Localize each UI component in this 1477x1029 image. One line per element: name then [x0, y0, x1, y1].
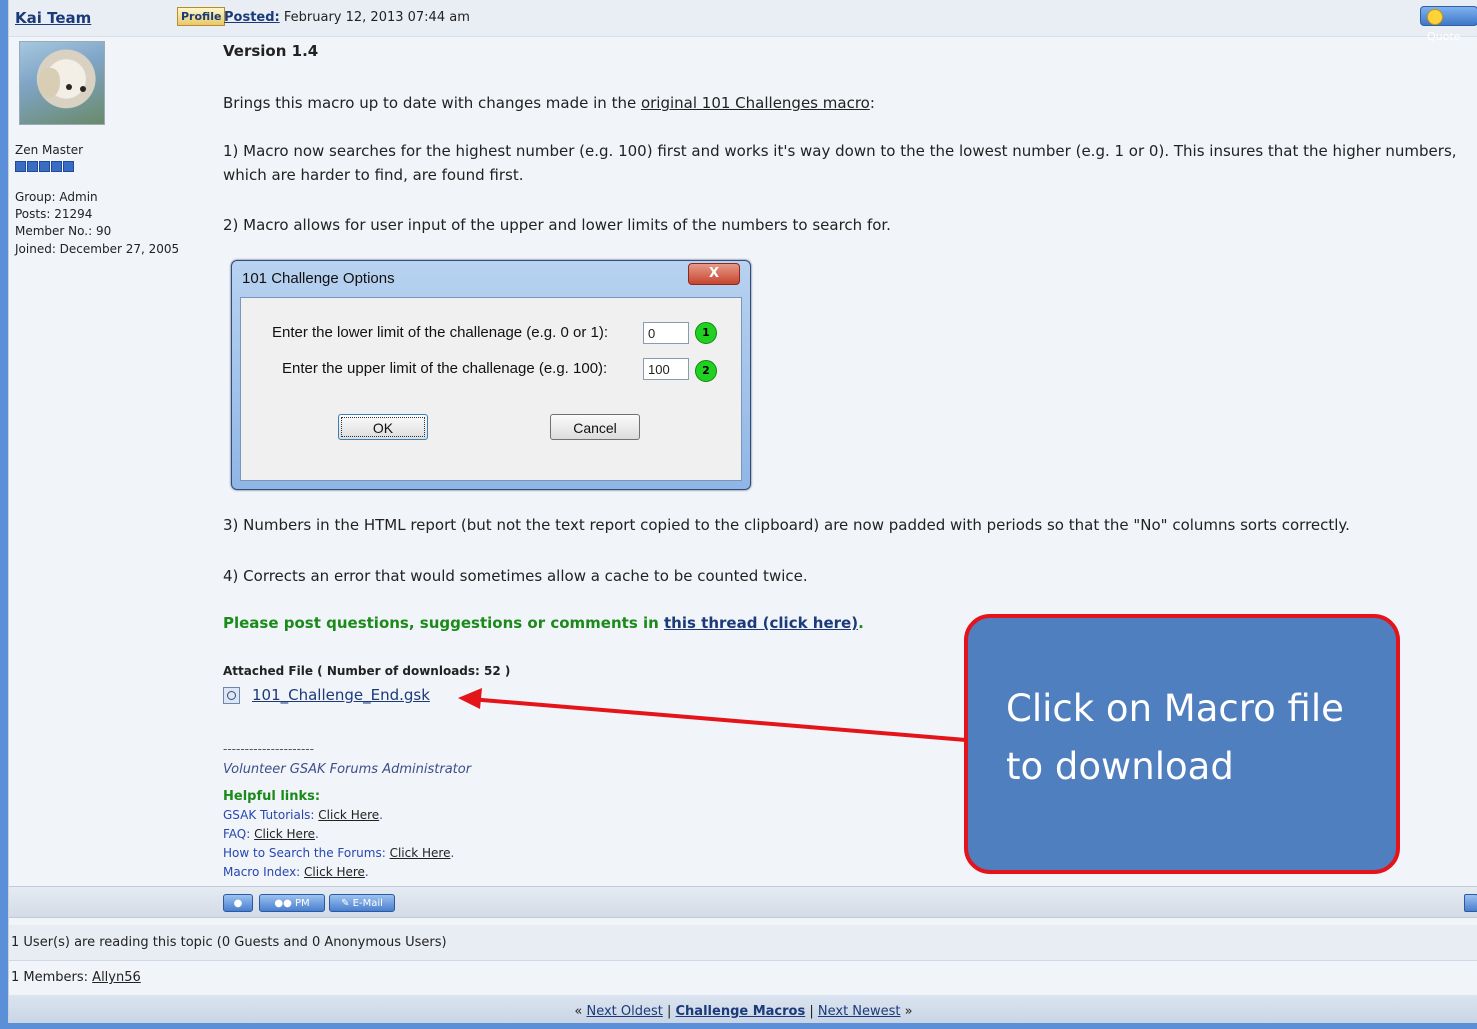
user-posts: Posts: 21294 [15, 207, 93, 221]
rank-pips [15, 157, 75, 176]
post-item-4: 4) Corrects an error that would sometime… [223, 567, 808, 585]
macro-index-click-here[interactable]: Click Here [304, 865, 365, 879]
profile-icon-button[interactable]: ● [223, 894, 253, 912]
challenge-options-dialog: 101 Challenge Options X Enter the lower … [231, 260, 751, 490]
user-group: Group: Admin [15, 190, 98, 204]
quote-icon [1427, 9, 1443, 25]
faq-click-here[interactable]: Click Here [254, 827, 315, 841]
upper-badge: 2 [695, 360, 717, 382]
email-button[interactable]: ✎ E-Mail [329, 894, 395, 912]
post-header: Kai Team Profile Posted: February 12, 20… [9, 0, 1477, 43]
lower-badge: 1 [695, 322, 717, 344]
avatar [19, 41, 105, 125]
helpful-link-search: How to Search the Forums: Click Here. [223, 846, 455, 860]
search-click-here[interactable]: Click Here [390, 846, 451, 860]
dialog-title: 101 Challenge Options [242, 270, 395, 287]
user-joined: Joined: December 27, 2005 [15, 242, 180, 256]
file-icon [223, 687, 240, 704]
members-info: 1 Members: Allyn56 [9, 961, 1477, 995]
post-action-bar: ● ●● PM ✎ E-Mail [9, 886, 1477, 918]
next-oldest-link[interactable]: Next Oldest [586, 1004, 662, 1019]
next-newest-link[interactable]: Next Newest [818, 1004, 901, 1019]
profile-button[interactable]: Profile [177, 7, 226, 26]
ok-button[interactable]: OK [338, 414, 428, 440]
posted-info: Posted: February 12, 2013 07:44 am [224, 10, 470, 25]
upper-limit-label: Enter the upper limit of the challenage … [282, 360, 608, 377]
user-member-no: Member No.: 90 [15, 224, 112, 238]
lower-limit-input[interactable]: 0 [643, 322, 689, 344]
dialog-body: Enter the lower limit of the challenage … [240, 297, 742, 481]
forum-link[interactable]: Challenge Macros [676, 1004, 806, 1019]
post-item-2: 2) Macro allows for user input of the up… [223, 216, 891, 234]
topic-navigation: « Next Oldest | Challenge Macros | Next … [9, 995, 1477, 1023]
original-macro-link[interactable]: original 101 Challenges macro [641, 94, 870, 112]
quote-button[interactable]: Quote [1420, 6, 1477, 43]
attached-file-title: Attached File ( Number of downloads: 52 … [223, 664, 511, 678]
readers-info: 1 User(s) are reading this topic (0 Gues… [9, 925, 1477, 961]
lower-limit-label: Enter the lower limit of the challenage … [272, 324, 609, 341]
user-icon: ● [233, 898, 243, 909]
cancel-button[interactable]: Cancel [550, 414, 640, 440]
instruction-callout: Click on Macro file to download [964, 614, 1400, 874]
helpful-link-faq: FAQ: Click Here. [223, 827, 319, 841]
helpful-links-heading: Helpful links: [223, 789, 321, 804]
attached-file-link[interactable]: 101_Challenge_End.gsk [252, 686, 430, 704]
posted-label[interactable]: Posted: [224, 10, 280, 25]
callout-text: Click on Macro file to download [1006, 687, 1344, 788]
pm-icon: ●● [274, 898, 292, 909]
pm-button[interactable]: ●● PM [259, 894, 325, 912]
helpful-link-tutorials: GSAK Tutorials: Click Here. [223, 808, 383, 822]
signature-divider: --------------------- [223, 742, 314, 756]
this-thread-link[interactable]: this thread (click here) [664, 614, 858, 632]
helpful-link-macro-index: Macro Index: Click Here. [223, 865, 369, 879]
tutorials-click-here[interactable]: Click Here [318, 808, 379, 822]
upper-limit-input[interactable]: 100 [643, 358, 689, 380]
scroll-top-button[interactable] [1464, 894, 1477, 912]
post-intro: Brings this macro up to date with change… [223, 94, 875, 112]
author-name-link[interactable]: Kai Team [15, 9, 91, 27]
post-item-1: 1) Macro now searches for the highest nu… [223, 142, 1457, 184]
email-icon: ✎ [341, 898, 350, 909]
post-item-3: 3) Numbers in the HTML report (but not t… [223, 516, 1350, 534]
posted-date: February 12, 2013 07:44 am [283, 10, 470, 25]
quote-label: Quote [1427, 30, 1461, 43]
member-link-allyn56[interactable]: Allyn56 [92, 970, 141, 985]
signature-admin: Volunteer GSAK Forums Administrator [223, 762, 472, 777]
attached-file: 101_Challenge_End.gsk [223, 686, 430, 704]
post-version-heading: Version 1.4 [223, 42, 319, 60]
dialog-close-button[interactable]: X [688, 263, 740, 285]
